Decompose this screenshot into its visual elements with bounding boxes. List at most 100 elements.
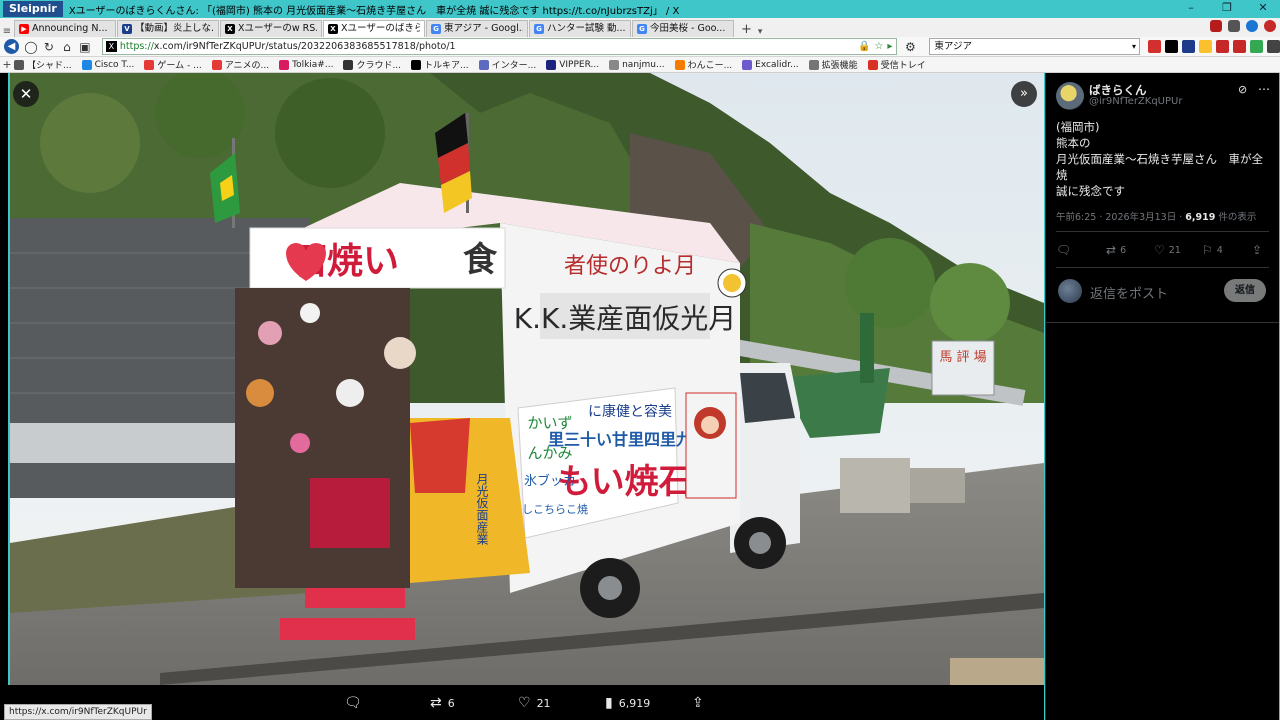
address-bar[interactable]: X https:// x.com/ir9NfTerZKqUPUr/status/… [101,38,898,55]
viewer-views-button[interactable]: ▮ 6,919 [605,695,650,711]
amazon-icon[interactable] [1199,40,1212,53]
tweet-line: (福岡市) [1056,120,1100,134]
search-box[interactable]: 東アジア ▾ [929,38,1140,55]
my-avatar [1058,279,1082,303]
bookmark-item[interactable]: Cisco T... [81,59,134,70]
browser-tab[interactable]: XXユーザーのばきら... [323,20,425,37]
add-bookmark-icon[interactable]: + [0,58,14,71]
views-chart-icon: ▮ [605,695,613,711]
browser-tab[interactable]: G 今田美桜 - Goo... [632,20,734,37]
menu-icon[interactable] [1267,40,1280,53]
close-window-icon[interactable]: ✕ [1252,1,1274,14]
google-icon[interactable] [1250,40,1263,53]
star-icon[interactable]: ☆ [874,41,883,52]
bookmark-label: 拡張機能 [821,61,858,71]
reload-icon[interactable]: ↻ [40,40,58,54]
tweet-timestamp[interactable]: 午前6:25 · 2026年3月13日 · [1056,212,1185,223]
window-controls: – ❐ ✕ [1180,1,1274,14]
go-icon[interactable]: ▸ [887,41,892,52]
divider [1056,231,1269,232]
more-options-icon[interactable]: ⋯ [1258,82,1270,96]
rakuten-icon[interactable] [1216,40,1229,53]
home-icon[interactable]: ⌂ [58,40,76,54]
viewer-repost-button[interactable]: ⇄ 6 [430,695,455,711]
yahoo-icon[interactable] [1233,40,1246,53]
viewer-like-button[interactable]: ♡ 21 [518,695,551,711]
browser-tab[interactable]: V 【動画】炎上しな... [117,20,219,37]
youtube-icon[interactable] [1148,40,1161,53]
x-icon[interactable] [1165,40,1178,53]
app-name-badge[interactable]: Sleipnir [3,1,63,17]
bookmark-item[interactable]: アニメの... [211,58,269,71]
views-count: 6,919 [618,696,651,710]
tab-label: ハンター試験 動... [547,23,626,34]
search-dropdown-icon[interactable]: ▾ [1132,39,1136,54]
viewer-reply-button[interactable]: 🗨 [344,695,368,711]
extension-icon[interactable] [1210,20,1222,32]
bookmark-item[interactable]: 【シャド... [14,58,72,71]
bookmark-button[interactable]: ⚐ 4 [1202,243,1223,257]
tab-menu-chevron-icon[interactable]: ▾ [758,27,763,37]
bookmark-tool-icon[interactable] [1182,40,1195,53]
media-viewer: 馬 評 場 石焼い 食 者使のりよ月 K.K.業産面仮光月 に康健と容美 里三十… [0,73,1044,720]
reply-button[interactable]: 🗨 [1056,243,1075,257]
search-value: 東アジア [934,41,972,52]
new-tab-icon[interactable]: + [735,22,758,37]
forward-button[interactable]: ◯ [22,40,40,54]
avatar[interactable] [1056,82,1084,110]
bookmark-item[interactable]: nanjmu... [609,59,665,70]
bookmark-item[interactable]: トルキア... [411,58,469,71]
bookmark-item[interactable]: クラウド... [343,58,401,71]
bookmark-favicon-icon [742,59,753,70]
toolbar-extension-icons [1210,20,1276,32]
grok-icon[interactable]: ⊘ [1238,83,1247,96]
extension-icon[interactable] [1228,20,1240,32]
restore-icon[interactable]: ❐ [1216,1,1238,14]
user-handle[interactable]: @ir9NfTerZKqUPUr [1089,96,1182,107]
save-icon[interactable]: ▣ [76,40,94,54]
reply-input[interactable]: 返信をポスト [1090,283,1168,302]
browser-tab[interactable]: X Xユーザーのw RS... [220,20,322,37]
tab-label: 東アジア - Googl... [444,23,523,34]
tab-label: 今田美桜 - Goo... [650,23,726,34]
bookmark-item[interactable]: VIPPER... [546,59,600,70]
heart-icon: ♡ [1154,243,1165,257]
browser-tab[interactable]: G 東アジア - Googl... [426,20,528,37]
extension-icon[interactable] [1264,20,1276,32]
bookmark-item[interactable]: わんこー... [674,58,732,71]
tweet-meta: 午前6:25 · 2026年3月13日 · 6,919 件の表示 [1056,209,1256,223]
browser-tab[interactable]: ▶ Announcing N... [14,20,116,37]
tab-favicon-icon: V [122,24,132,34]
bookmark-favicon-icon [609,59,620,70]
extension-icon[interactable] [1246,20,1258,32]
bookmark-item[interactable]: Tolkia#... [279,59,334,70]
bookmark-favicon-icon [279,59,290,70]
viewer-share-button[interactable]: ⇪ [692,695,704,711]
like-button[interactable]: ♡ 21 [1154,243,1181,257]
repost-button[interactable]: ⇄ 6 [1106,243,1126,257]
close-viewer-button[interactable]: ✕ [13,81,39,107]
lock-icon[interactable]: 🔒 [858,41,870,52]
tab-list-icon[interactable]: ≡ [0,26,14,37]
bookmark-item[interactable]: 拡張機能 [808,58,858,71]
bookmark-item[interactable]: ゲーム - ... [144,58,202,71]
settings-gear-icon[interactable]: ⚙ [901,40,919,54]
reply-submit-button[interactable]: 返信 [1224,279,1266,302]
back-button[interactable]: ◀ [4,39,19,54]
bookmark-stat-count: 4 [1216,244,1223,256]
post-photo[interactable]: 馬 評 場 石焼い 食 者使のりよ月 K.K.業産面仮光月 に康健と容美 里三十… [8,73,1044,685]
side-sign-mikan: んかみ [527,444,572,462]
bookmark-label: nanjmu... [622,59,665,70]
bookmark-item[interactable]: 受信トレイ [867,58,926,71]
minimize-icon[interactable]: – [1180,1,1202,14]
bookmark-item[interactable]: インター... [478,58,536,71]
bookmark-label: VIPPER... [559,59,600,70]
browser-tab[interactable]: G ハンター試験 動... [529,20,631,37]
top-sign-red-text: 者使のりよ月 [564,254,696,279]
share-icon: ⇪ [692,695,704,711]
expand-panel-button[interactable]: » [1011,81,1037,107]
share-button[interactable]: ⇪ [1252,243,1262,257]
bookmark-label: クラウド... [356,61,402,71]
bookmark-label: Tolkia#... [292,59,334,70]
bookmark-item[interactable]: Excalidr... [742,59,799,70]
